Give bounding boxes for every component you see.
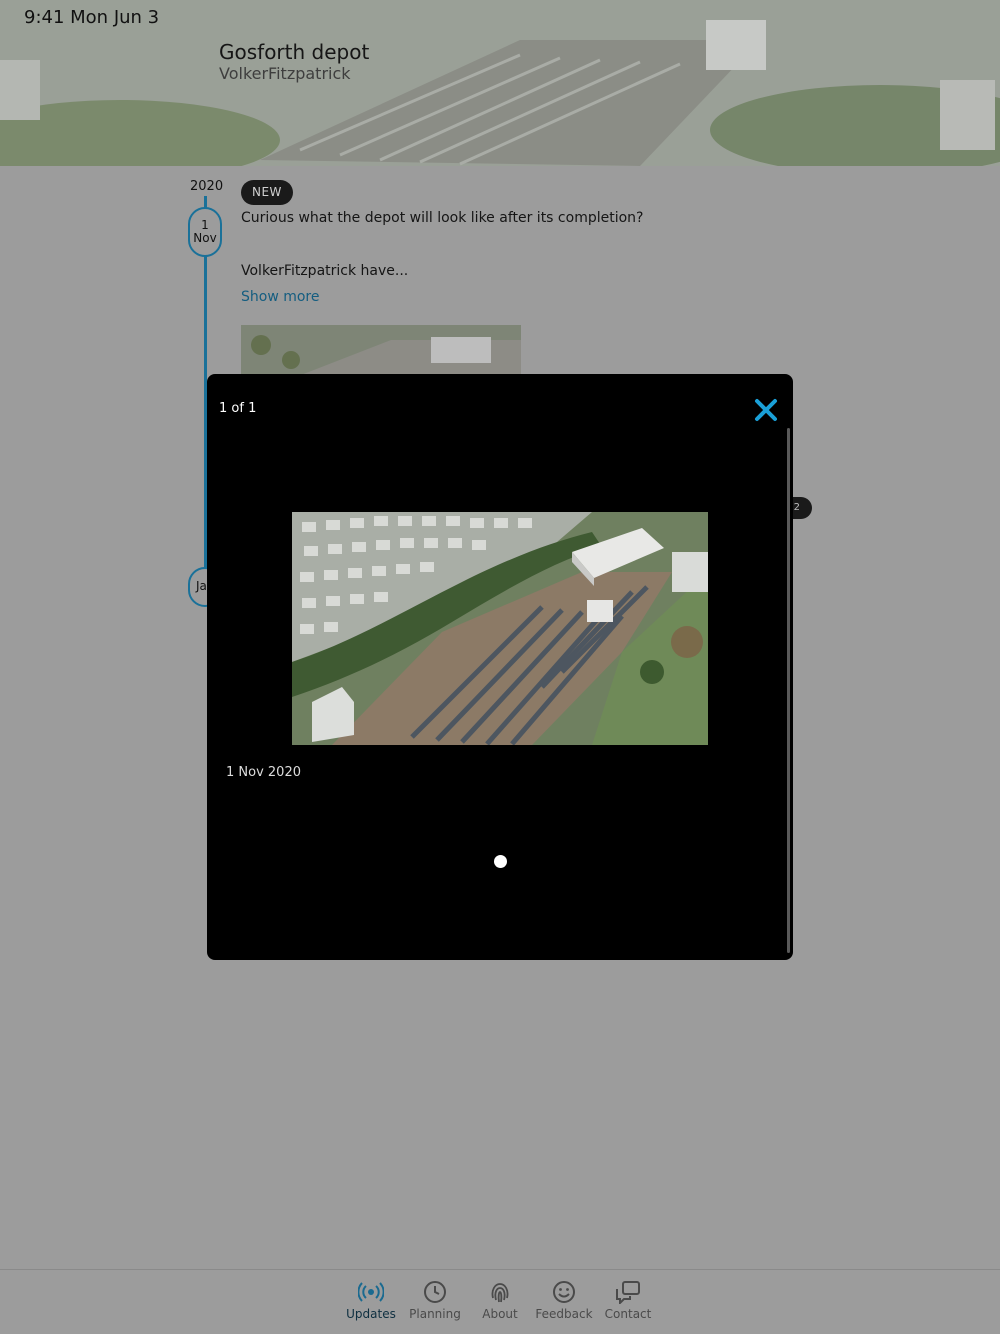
- page-indicator-dot[interactable]: [494, 855, 507, 868]
- date-day: 1: [201, 218, 209, 232]
- clock-icon: [424, 1281, 446, 1303]
- image-lightbox: 1 of 1 1 Nov 2020: [207, 374, 793, 960]
- tab-contact[interactable]: Contact: [596, 1280, 660, 1321]
- close-icon: [755, 399, 777, 421]
- image-counter: 1 of 1: [219, 401, 257, 416]
- image-caption-date: 1 Nov 2020: [226, 765, 301, 780]
- tab-label-planning: Planning: [409, 1307, 461, 1321]
- timeline-date-pill: 1 Nov: [188, 207, 222, 257]
- chat-bubbles-icon: [616, 1281, 640, 1304]
- broadcast-icon: [358, 1282, 384, 1302]
- post-question: Curious what the depot will look like af…: [241, 210, 644, 226]
- date-month: Nov: [193, 231, 217, 245]
- new-badge: NEW: [241, 180, 293, 205]
- status-bar-time: 9:41 Mon Jun 3: [24, 7, 160, 28]
- tab-label-feedback: Feedback: [535, 1307, 593, 1321]
- scrollbar[interactable]: [787, 428, 790, 953]
- page-title: Gosforth depot: [219, 40, 370, 64]
- timeline-year: 2020: [190, 179, 224, 194]
- date-partial: Ja: [196, 579, 207, 593]
- smiley-icon: [553, 1281, 575, 1303]
- tab-about[interactable]: About: [468, 1280, 532, 1321]
- header-hero: 9:41 Mon Jun 3 Gosforth depot VolkerFitz…: [0, 0, 1000, 166]
- close-button[interactable]: [753, 397, 779, 423]
- page-subtitle: VolkerFitzpatrick: [219, 64, 351, 83]
- tab-bar: Updates Planning About Feedback Contact: [0, 1269, 1000, 1334]
- show-more-link[interactable]: Show more: [241, 289, 320, 305]
- post-thumbnail[interactable]: [241, 325, 521, 375]
- tab-label-about: About: [482, 1307, 518, 1321]
- fingerprint-icon: [491, 1283, 509, 1303]
- tab-updates[interactable]: Updates: [339, 1280, 403, 1321]
- tab-planning[interactable]: Planning: [403, 1280, 467, 1321]
- tab-feedback[interactable]: Feedback: [532, 1280, 596, 1321]
- tab-label-updates: Updates: [346, 1307, 396, 1321]
- tab-label-contact: Contact: [604, 1307, 652, 1321]
- depot-render-photo: [292, 512, 708, 745]
- post-excerpt: VolkerFitzpatrick have...: [241, 263, 409, 279]
